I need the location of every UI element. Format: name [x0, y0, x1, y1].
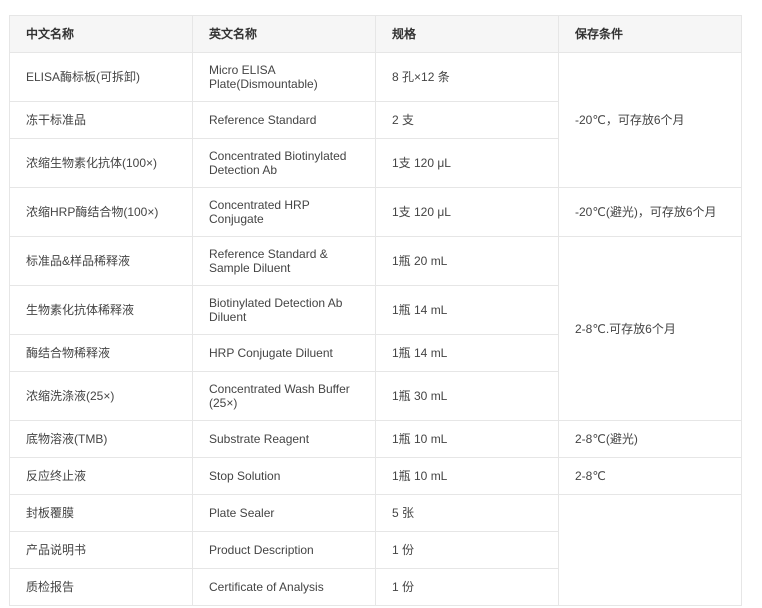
header-specification: 规格: [375, 15, 559, 53]
table-header-row: 中文名称 英文名称 规格 保存条件: [9, 15, 742, 53]
cell-chinese-name: 反应终止液: [9, 457, 193, 495]
cell-english-name: Concentrated Biotinylated Detection Ab: [192, 138, 376, 188]
table-row: 封板覆膜 Plate Sealer 5 张: [9, 494, 742, 606]
cell-english-name: Micro ELISA Plate(Dismountable): [192, 52, 376, 102]
cell-chinese-name: 浓缩洗涤液(25×): [9, 371, 193, 421]
cell-english-name: Concentrated HRP Conjugate: [192, 187, 376, 237]
cell-chinese-name: 底物溶液(TMB): [9, 420, 193, 458]
header-chinese-name: 中文名称: [9, 15, 193, 53]
cell-english-name: Reference Standard & Sample Diluent: [192, 236, 376, 286]
cell-storage-condition: 2-8℃: [558, 457, 742, 495]
kit-components-table: 中文名称 英文名称 规格 保存条件 ELISA酶标板(可拆卸) Micro EL…: [9, 15, 742, 606]
cell-chinese-name: 酶结合物稀释液: [9, 334, 193, 372]
cell-specification: 1 份: [375, 568, 559, 606]
cell-specification: 1瓶 10 mL: [375, 457, 559, 495]
cell-storage-condition: -20℃，可存放6个月: [558, 52, 742, 188]
cell-storage-condition: 2-8℃.可存放6个月: [558, 236, 742, 421]
cell-specification: 1 份: [375, 531, 559, 569]
cell-english-name: Biotinylated Detection Ab Diluent: [192, 285, 376, 335]
table-row: ELISA酶标板(可拆卸) Micro ELISA Plate(Dismount…: [9, 52, 742, 188]
cell-english-name: HRP Conjugate Diluent: [192, 334, 376, 372]
cell-english-name: Stop Solution: [192, 457, 376, 495]
cell-specification: 1支 120 μL: [375, 187, 559, 237]
cell-chinese-name: 质检报告: [9, 568, 193, 606]
cell-specification: 1瓶 14 mL: [375, 285, 559, 335]
cell-english-name: Certificate of Analysis: [192, 568, 376, 606]
cell-english-name: Concentrated Wash Buffer (25×): [192, 371, 376, 421]
cell-english-name: Product Description: [192, 531, 376, 569]
cell-specification: 1瓶 10 mL: [375, 420, 559, 458]
table-row: 标准品&样品稀释液 Reference Standard & Sample Di…: [9, 236, 742, 421]
cell-english-name: Substrate Reagent: [192, 420, 376, 458]
cell-storage-condition: 2-8℃(避光): [558, 420, 742, 458]
cell-chinese-name: ELISA酶标板(可拆卸): [9, 52, 193, 102]
cell-specification: 5 张: [375, 494, 559, 532]
header-english-name: 英文名称: [192, 15, 376, 53]
cell-storage-condition: -20℃(避光)，可存放6个月: [558, 187, 742, 237]
cell-english-name: Plate Sealer: [192, 494, 376, 532]
cell-specification: 1瓶 14 mL: [375, 334, 559, 372]
cell-chinese-name: 浓缩HRP酶结合物(100×): [9, 187, 193, 237]
table-row: 反应终止液 Stop Solution 1瓶 10 mL 2-8℃: [9, 457, 742, 495]
cell-chinese-name: 产品说明书: [9, 531, 193, 569]
cell-chinese-name: 冻干标准品: [9, 101, 193, 139]
cell-specification: 8 孔×12 条: [375, 52, 559, 102]
header-storage-condition: 保存条件: [558, 15, 742, 53]
cell-chinese-name: 封板覆膜: [9, 494, 193, 532]
cell-chinese-name: 标准品&样品稀释液: [9, 236, 193, 286]
cell-specification: 2 支: [375, 101, 559, 139]
cell-chinese-name: 浓缩生物素化抗体(100×): [9, 138, 193, 188]
cell-specification: 1瓶 30 mL: [375, 371, 559, 421]
table-row: 底物溶液(TMB) Substrate Reagent 1瓶 10 mL 2-8…: [9, 420, 742, 458]
table-row: 浓缩HRP酶结合物(100×) Concentrated HRP Conjuga…: [9, 187, 742, 237]
cell-chinese-name: 生物素化抗体稀释液: [9, 285, 193, 335]
cell-english-name: Reference Standard: [192, 101, 376, 139]
cell-specification: 1支 120 μL: [375, 138, 559, 188]
cell-storage-condition: [558, 494, 742, 606]
cell-specification: 1瓶 20 mL: [375, 236, 559, 286]
